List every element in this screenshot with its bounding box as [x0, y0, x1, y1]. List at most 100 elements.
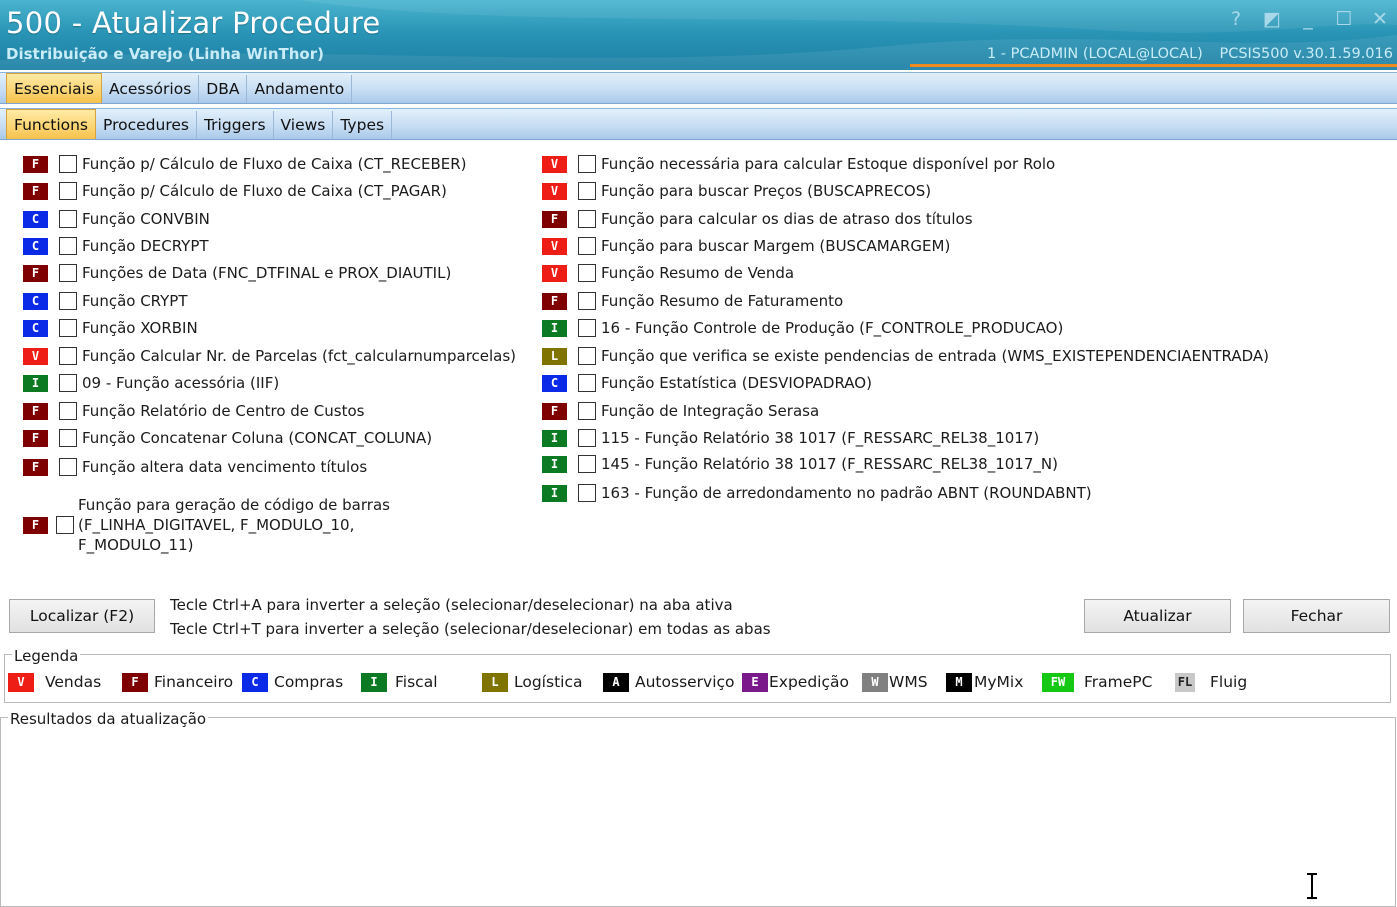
legend-label: Expedição	[769, 673, 849, 691]
function-item[interactable]: F Função p/ Cálculo de Fluxo de Caixa (CT…	[23, 179, 447, 203]
function-item[interactable]: V Função Resumo de Venda	[542, 261, 794, 285]
function-label: Função Relatório de Centro de Custos	[82, 402, 365, 420]
function-item[interactable]: F Função Concatenar Coluna (CONCAT_COLUNA…	[23, 426, 432, 450]
function-item[interactable]: F Funções de Data (FNC_DTFINAL e PROX_DIA…	[23, 261, 451, 285]
function-checkbox[interactable]	[59, 155, 77, 173]
function-label: Função de Integração Serasa	[601, 402, 820, 420]
function-item[interactable]: I 115 - Função Relatório 38 1017 (F_RESSA…	[542, 426, 1039, 450]
function-item[interactable]: F Função Relatório de Centro de Custos	[23, 399, 364, 423]
function-label: Função altera data vencimento títulos	[82, 458, 368, 476]
tab-triggers[interactable]: Triggers	[197, 111, 274, 139]
function-label: 163 - Função de arredondamento no padrão…	[601, 484, 1092, 502]
category-badge: V	[23, 347, 48, 365]
function-checkbox[interactable]	[59, 237, 77, 255]
tab-views[interactable]: Views	[274, 111, 334, 139]
function-item[interactable]: C Função Estatística (DESVIOPADRAO)	[542, 371, 872, 395]
legend-label: Autosserviço	[635, 673, 735, 691]
category-badge: V	[542, 264, 567, 282]
function-checkbox[interactable]	[59, 429, 77, 447]
legend-item: V Vendas	[8, 671, 101, 693]
function-checkbox[interactable]	[578, 484, 596, 502]
function-item[interactable]: C Função CRYPT	[23, 289, 188, 313]
function-item[interactable]: F Função de Integração Serasa	[542, 399, 819, 423]
legend-title: Legenda	[12, 647, 81, 665]
function-checkbox[interactable]	[578, 374, 596, 392]
function-checkbox[interactable]	[578, 155, 596, 173]
function-checkbox[interactable]	[578, 455, 596, 473]
minimize-icon[interactable]: _	[1297, 8, 1319, 30]
legend-label: Logística	[514, 673, 583, 691]
function-item[interactable]: I 163 - Função de arredondamento no padrã…	[542, 481, 1092, 505]
function-item[interactable]: F Função para geração de código de barras…	[23, 493, 398, 557]
function-item[interactable]: C Função CONVBIN	[23, 207, 210, 231]
function-checkbox[interactable]	[578, 429, 596, 447]
title-bar: 500 - Atualizar Procedure Distribuição e…	[0, 0, 1397, 70]
function-item[interactable]: C Função XORBIN	[23, 316, 198, 340]
function-checkbox[interactable]	[578, 319, 596, 337]
function-checkbox[interactable]	[578, 292, 596, 310]
function-item[interactable]: V Função para buscar Preços (BUSCAPRECOS)	[542, 179, 931, 203]
function-label: Função que verifica se existe pendencias…	[601, 347, 1269, 365]
tab-procedures[interactable]: Procedures	[96, 111, 197, 139]
tab-essenciais[interactable]: Essenciais	[6, 73, 103, 103]
atualizar-button[interactable]: Atualizar	[1084, 599, 1231, 633]
category-badge: F	[23, 429, 48, 447]
function-item[interactable]: V Função para buscar Margem (BUSCAMARGEM)	[542, 234, 950, 258]
tab-andamento[interactable]: Andamento	[247, 75, 353, 103]
function-item[interactable]: F Função altera data vencimento títulos	[23, 455, 367, 479]
legend-item: I Fiscal	[361, 671, 438, 693]
function-checkbox[interactable]	[578, 210, 596, 228]
function-checkbox[interactable]	[59, 319, 77, 337]
session-user: 1 - PCADMIN (LOCAL@LOCAL)	[986, 46, 1203, 62]
function-item[interactable]: I 16 - Função Controle de Produção (F_CON…	[542, 316, 1063, 340]
function-checkbox[interactable]	[59, 210, 77, 228]
function-item[interactable]: C Função DECRYPT	[23, 234, 209, 258]
text-cursor-icon	[1307, 873, 1317, 899]
function-checkbox[interactable]	[59, 292, 77, 310]
legend-badge: V	[8, 672, 34, 692]
category-badge: C	[23, 292, 48, 310]
function-label: 16 - Função Controle de Produção (F_CONT…	[601, 319, 1064, 337]
legend-item: A Autosserviço	[603, 671, 735, 693]
localizar-button[interactable]: Localizar (F2)	[9, 599, 155, 633]
function-checkbox[interactable]	[59, 264, 77, 282]
function-checkbox[interactable]	[578, 182, 596, 200]
function-item[interactable]: V Função necessária para calcular Estoque…	[542, 152, 1055, 176]
function-label: Função Concatenar Coluna (CONCAT_COLUNA)	[82, 429, 433, 447]
tab-types[interactable]: Types	[333, 111, 393, 139]
results-output[interactable]	[2, 730, 1394, 895]
function-checkbox[interactable]	[59, 182, 77, 200]
function-checkbox[interactable]	[59, 374, 77, 392]
function-item[interactable]: I 145 - Função Relatório 38 1017 (F_RESSA…	[542, 452, 1058, 476]
function-item[interactable]: F Função para calcular os dias de atraso …	[542, 207, 973, 231]
tab-functions[interactable]: Functions	[6, 109, 97, 139]
legend-badge: M	[946, 672, 972, 692]
function-checkbox[interactable]	[56, 516, 74, 534]
function-checkbox[interactable]	[59, 347, 77, 365]
legend-badge: FL	[1175, 672, 1195, 692]
function-checkbox[interactable]	[59, 402, 77, 420]
function-checkbox[interactable]	[578, 347, 596, 365]
function-item[interactable]: F Função Resumo de Faturamento	[542, 289, 843, 313]
function-checkbox[interactable]	[578, 264, 596, 282]
function-checkbox[interactable]	[578, 237, 596, 255]
category-badge: I	[23, 374, 48, 392]
sub-tabs: Functions Procedures Triggers Views Type…	[0, 108, 1397, 140]
function-item[interactable]: I 09 - Função acessória (IIF)	[23, 371, 279, 395]
function-checkbox[interactable]	[59, 458, 77, 476]
function-item[interactable]: F Função p/ Cálculo de Fluxo de Caixa (CT…	[23, 152, 467, 176]
function-checkbox[interactable]	[578, 402, 596, 420]
function-item[interactable]: V Função Calcular Nr. de Parcelas (fct_ca…	[23, 344, 516, 368]
help-icon[interactable]: ?	[1225, 8, 1247, 30]
legend-label: FramePC	[1084, 673, 1153, 691]
category-badge: I	[542, 429, 567, 447]
close-icon[interactable]: ✕	[1369, 8, 1391, 30]
restore-icon[interactable]: ◩	[1261, 8, 1283, 30]
function-item[interactable]: L Função que verifica se existe pendencia…	[542, 344, 1269, 368]
maximize-icon[interactable]: ☐	[1333, 8, 1355, 30]
fechar-button[interactable]: Fechar	[1243, 599, 1390, 633]
tab-acessorios[interactable]: Acessórios	[102, 75, 200, 103]
tab-dba[interactable]: DBA	[199, 75, 248, 103]
title-accent-line	[910, 64, 1397, 67]
function-label: Função p/ Cálculo de Fluxo de Caixa (CT_…	[82, 155, 467, 173]
